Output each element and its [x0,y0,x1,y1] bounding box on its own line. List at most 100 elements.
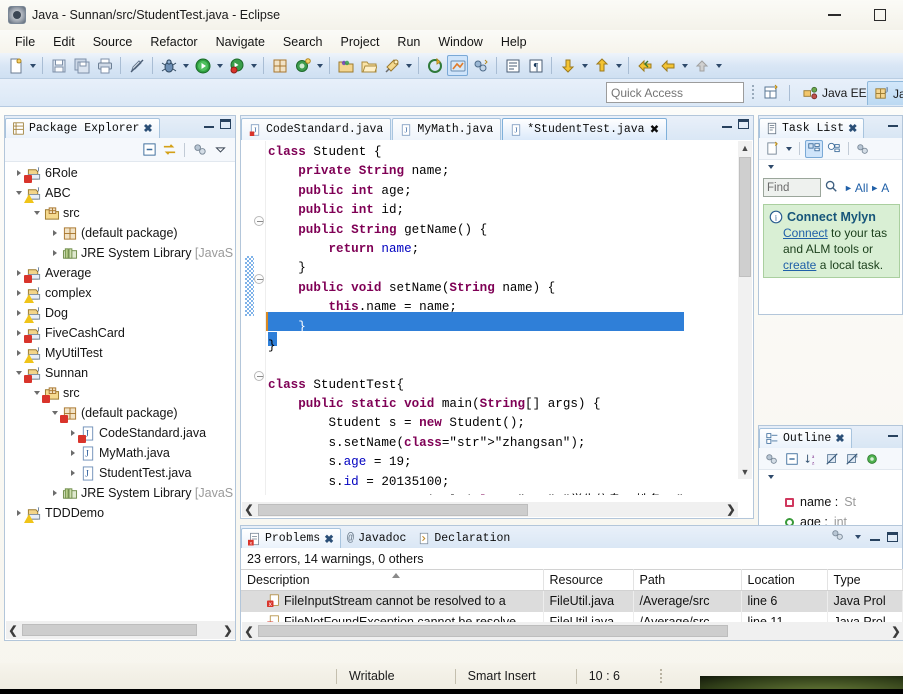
column-header-location[interactable]: Location [741,569,828,591]
last-edit-icon[interactable] [424,55,445,76]
scroll-left-icon[interactable]: ❮ [6,622,20,638]
new-class-dropdown-icon[interactable] [315,55,324,76]
save-icon[interactable] [48,55,69,76]
ehscroll-thumb[interactable] [258,503,528,516]
tree-item[interactable]: JRE System Library [JavaS [6,243,235,263]
search-icon[interactable] [381,55,402,76]
focus-task-icon[interactable] [854,140,872,158]
tree-item[interactable]: J ABC [6,183,235,203]
minimize-icon[interactable] [870,538,880,541]
menu-window[interactable]: Window [429,32,491,52]
chevron-right-icon[interactable] [48,250,62,256]
editor-vscrollbar[interactable]: ▲ [738,141,752,479]
chevron-down-icon[interactable] [784,141,793,157]
tree-item[interactable]: J MyUtilTest [6,343,235,363]
tree-item[interactable]: J TDDDemo [6,503,235,523]
forward-dropdown-icon[interactable] [680,55,689,76]
menu-help[interactable]: Help [492,32,536,52]
search-dropdown-icon[interactable] [404,55,413,76]
tree-item[interactable]: J 6Role [6,163,235,183]
maximize-icon[interactable] [887,531,898,542]
column-header-description[interactable]: Description [241,569,544,591]
quick-access-input[interactable] [606,82,744,103]
tree-item[interactable]: (default package) [6,403,235,423]
mylyn-connect-link[interactable]: Connect [783,226,828,240]
tree-item[interactable]: (default package) [6,223,235,243]
open-task-icon[interactable] [358,55,379,76]
hide-static-icon[interactable]: s [843,450,861,468]
scroll-right-icon[interactable]: ❯ [221,622,235,638]
hide-nonpublic-icon[interactable] [863,450,881,468]
menu-run[interactable]: Run [388,32,429,52]
status-resize-grip[interactable] [659,669,662,683]
open-type-icon[interactable] [335,55,356,76]
folding-collapse-icon-2[interactable] [254,274,264,284]
hide-fields-icon[interactable] [823,450,841,468]
collapse-all-icon[interactable] [140,141,158,159]
perspective-java-ee[interactable]: Java EE [797,81,873,105]
tab-package-explorer[interactable]: Package Explorer ✖ [5,118,160,138]
scroll-left-icon[interactable]: ❮ [242,623,256,639]
close-icon[interactable]: ✖ [324,532,334,546]
chevron-down-icon[interactable] [853,530,862,544]
outline-item[interactable]: name : St [759,492,902,512]
problems-hscroll-thumb[interactable] [258,625,728,637]
chevron-right-icon[interactable] [48,490,62,496]
column-header-path[interactable]: Path [633,569,742,591]
minimize-icon[interactable] [204,126,214,128]
editor-tab-codestandard[interactable]: J CodeStandard.java [241,118,392,140]
editor-tab-studenttest[interactable]: J *StudentTest.java ✖ [502,118,668,140]
mylyn-context-icon[interactable] [470,55,491,76]
view-menu-chevron-down-icon[interactable] [764,160,778,174]
tree-item[interactable]: J Dog [6,303,235,323]
tree-item[interactable]: J FiveCashCard [6,323,235,343]
sort-az-icon[interactable]: az [803,450,821,468]
coolbar-grip[interactable] [752,85,754,101]
mylyn-create-link[interactable]: create [783,258,816,272]
forward-arrow-icon[interactable] [657,55,678,76]
chevron-right-icon[interactable] [48,230,62,236]
categorized-icon[interactable] [805,139,823,158]
new-file-icon[interactable] [5,55,26,76]
menu-navigate[interactable]: Navigate [207,32,274,52]
bug-icon[interactable] [158,55,179,76]
problems-hscroll-track[interactable] [256,624,889,638]
arrow-down-yellow-icon[interactable] [557,55,578,76]
tree-item[interactable]: J CodeStandard.java [6,423,235,443]
maximize-button[interactable] [857,0,903,30]
tree-item[interactable]: Jcomplex [6,283,235,303]
mylyn-focus-icon[interactable] [447,55,468,76]
focus-task-icon[interactable] [763,450,781,468]
collapse-all-icon[interactable] [783,450,801,468]
tree-item[interactable]: J MyMath.java [6,443,235,463]
vertical-ruler[interactable] [242,141,266,495]
debug-dropdown-icon[interactable] [181,55,190,76]
chevron-right-icon[interactable] [66,450,80,456]
tree-item[interactable]: J Sunnan [6,363,235,383]
table-row[interactable]: x FileInputStream cannot be resolved to a… [241,590,903,612]
minimize-button[interactable] [811,0,857,30]
focus-task-icon[interactable] [831,528,845,545]
vscroll-thumb[interactable] [739,157,751,277]
tab-problems[interactable]: x Problems ✖ [241,528,341,548]
next-annotation-dropdown-icon[interactable] [580,55,589,76]
folding-collapse-icon-1[interactable] [254,216,264,226]
open-perspective-icon[interactable] [762,83,782,103]
hscroll-track[interactable] [20,623,221,637]
editor-tab-mymath[interactable]: J MyMath.java [392,118,502,140]
print-icon[interactable] [94,55,115,76]
tab-outline[interactable]: Outline ✖ [759,428,852,448]
link-editor-icon[interactable] [160,141,178,159]
scroll-right-icon[interactable]: ❯ [724,502,738,518]
menu-edit[interactable]: Edit [44,32,84,52]
filter-a[interactable]: A [881,181,889,195]
hscroll-thumb[interactable] [22,624,197,636]
scroll-up-icon[interactable]: ▲ [738,141,752,155]
prev-annotation-dropdown-icon[interactable] [614,55,623,76]
editor-hscrollbar[interactable]: ❮ ❯ [242,502,738,517]
maximize-icon[interactable] [738,119,749,129]
menu-file[interactable]: File [6,32,44,52]
close-icon[interactable]: ✖ [835,432,844,445]
perspective-java[interactable]: J Ja [867,81,903,105]
coverage-dropdown-icon[interactable] [249,55,258,76]
